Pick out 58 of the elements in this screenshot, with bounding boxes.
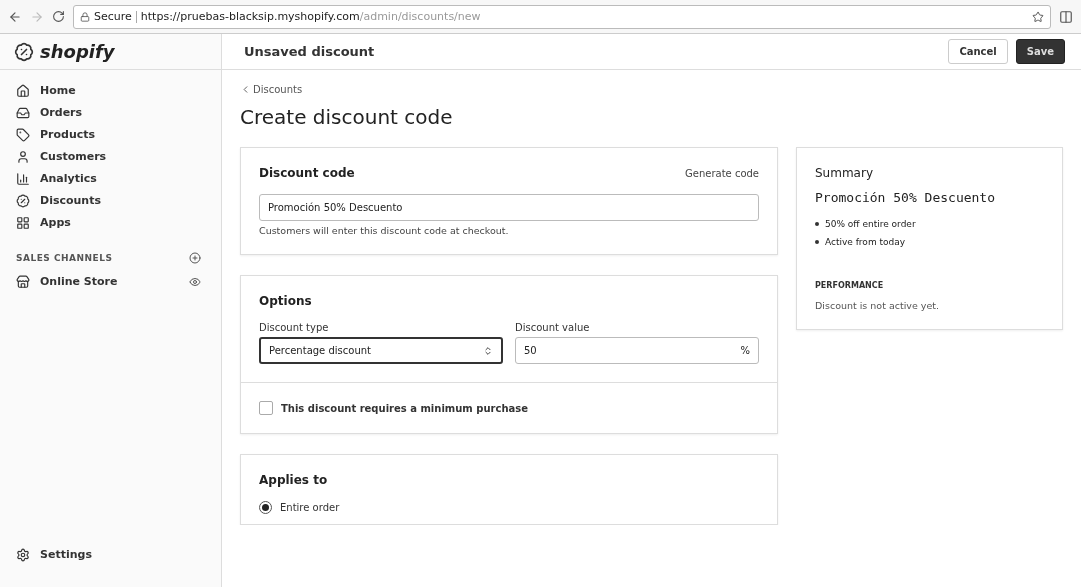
minimum-purchase-checkbox[interactable]: This discount requires a minimum purchase bbox=[259, 401, 759, 415]
field-label: Discount value bbox=[515, 322, 591, 333]
breadcrumb-link[interactable]: Discounts bbox=[240, 84, 303, 95]
discount-type-select[interactable]: Percentage discount bbox=[259, 337, 503, 364]
store-icon bbox=[16, 274, 30, 289]
select-arrows-icon bbox=[483, 345, 493, 356]
view-icon[interactable] bbox=[189, 275, 201, 288]
discount-value-field[interactable]: 50 % bbox=[515, 337, 759, 364]
nav-item[interactable]: Apps bbox=[16, 214, 205, 231]
section-title: PERFORMANCE bbox=[815, 281, 885, 290]
field-label: Discount type bbox=[259, 322, 330, 333]
save-button[interactable]: Save bbox=[1015, 39, 1065, 64]
page-header-title: Unsaved discount bbox=[244, 44, 375, 59]
nav-item[interactable]: Analytics bbox=[16, 170, 205, 187]
lock-icon bbox=[80, 11, 90, 22]
inbox-icon bbox=[16, 105, 30, 120]
nav-item[interactable]: Online Store bbox=[16, 273, 118, 290]
radio-option[interactable]: Entire order bbox=[259, 501, 759, 514]
nav-item[interactable]: Settings bbox=[16, 546, 205, 563]
card-title: Applies to bbox=[259, 473, 328, 487]
card-title: Options bbox=[259, 294, 312, 308]
reload-icon[interactable] bbox=[52, 10, 65, 23]
summary-item: 50% off entire order bbox=[825, 218, 916, 231]
summary-item: Active from today bbox=[825, 236, 906, 249]
code-field[interactable]: Promoción 50% Descuento bbox=[259, 194, 759, 221]
home-icon bbox=[16, 83, 30, 98]
nav-item[interactable]: Home bbox=[16, 82, 205, 99]
nav-item[interactable]: Customers bbox=[16, 148, 205, 165]
summary-code: Promoción 50% Descuento bbox=[815, 190, 996, 205]
page-title: Create discount code bbox=[240, 105, 454, 129]
extension-icon[interactable] bbox=[1059, 9, 1073, 24]
tag-icon bbox=[16, 127, 30, 142]
nav-item[interactable]: Orders bbox=[16, 104, 205, 121]
percent-badge-icon bbox=[16, 193, 30, 208]
back-icon[interactable] bbox=[8, 9, 22, 24]
nav-item[interactable]: Products bbox=[16, 126, 205, 143]
performance-text: Discount is not active yet. bbox=[815, 300, 941, 311]
card-title: Summary bbox=[815, 166, 874, 180]
grid-icon bbox=[16, 215, 30, 230]
secure-label: Secure bbox=[94, 10, 132, 23]
checkbox[interactable] bbox=[259, 401, 273, 415]
bookmark-icon bbox=[1032, 10, 1044, 23]
cancel-button[interactable]: Cancel bbox=[948, 39, 1008, 64]
bullet-icon bbox=[815, 222, 819, 226]
address-bar[interactable]: Secure https://pruebas-blacksip.myshopify.com/admin/discounts/new bbox=[73, 4, 1051, 29]
person-icon bbox=[16, 149, 30, 164]
logo-text: shopify bbox=[40, 41, 115, 62]
bullet-icon bbox=[815, 240, 819, 244]
help-text: Customers will enter this discount code at checkout. bbox=[259, 225, 510, 236]
section-title: SALES CHANNELS bbox=[16, 253, 113, 263]
add-icon[interactable] bbox=[189, 252, 201, 264]
url-host: https://pruebas-blacksip.myshopify.com bbox=[140, 10, 360, 23]
card-title: Discount code bbox=[259, 166, 355, 180]
generate-code-link[interactable]: Generate code bbox=[685, 167, 759, 179]
url-path: /admin/discounts/new bbox=[359, 10, 481, 23]
settings-icon bbox=[16, 547, 30, 562]
bar-chart-icon bbox=[16, 171, 30, 186]
nav-item[interactable]: Discounts bbox=[16, 192, 205, 209]
